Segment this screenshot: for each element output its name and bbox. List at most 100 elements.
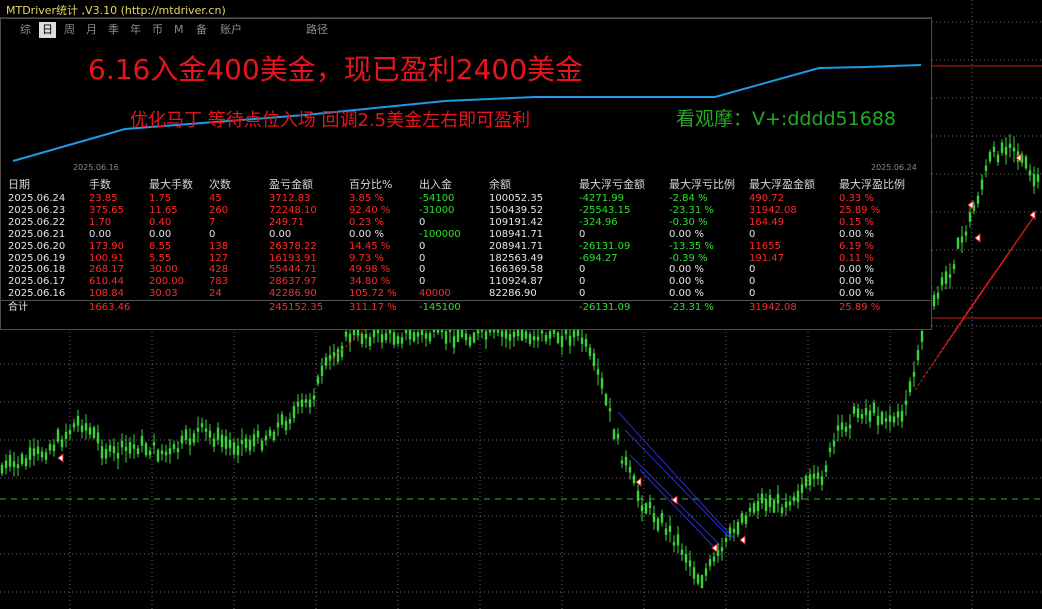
cell-0: 合计 — [8, 302, 28, 314]
candle-body — [80, 425, 84, 432]
candle-body — [880, 411, 884, 425]
candle-body — [108, 445, 112, 452]
tab-8[interactable]: 备 — [193, 22, 210, 38]
candle-body — [788, 501, 792, 506]
candle-body — [708, 559, 712, 566]
candle-body — [612, 429, 616, 439]
candle-body — [36, 446, 40, 454]
candle-body — [584, 339, 588, 347]
candle-body — [964, 231, 968, 236]
candle-body — [596, 369, 600, 375]
candle-body — [640, 505, 644, 512]
candle-body — [296, 401, 300, 407]
candle-body — [84, 423, 88, 431]
candle-body — [1008, 143, 1012, 148]
candle-body — [1024, 156, 1028, 169]
tab-10[interactable]: 路径 — [303, 22, 331, 38]
candle-body — [588, 347, 592, 356]
tab-6[interactable]: 币 — [149, 22, 166, 38]
headline-text: 6.16入金400美金，现已盈利2400美金 — [88, 53, 584, 86]
candle-body — [456, 329, 460, 343]
candle-body — [444, 331, 448, 344]
candle-body — [272, 431, 276, 441]
candle-body — [20, 454, 24, 464]
candle-body — [164, 451, 168, 456]
cell-3: 24 — [209, 288, 222, 300]
cell-6: 40000 — [419, 288, 451, 300]
tab-2[interactable]: 周 — [61, 22, 78, 38]
candle-body — [976, 195, 980, 204]
candle-body — [816, 472, 820, 479]
candle-body — [180, 435, 184, 444]
candle-body — [104, 449, 108, 459]
tab-0[interactable]: 综 — [17, 22, 34, 38]
candle-body — [760, 493, 764, 504]
candle-body — [732, 528, 736, 533]
table-row: 2025.06.16 108.84 30.03 24 42286.90 105.72 % 4… — [1, 287, 931, 300]
candle-body — [520, 328, 524, 341]
candle-body — [224, 436, 228, 449]
trade-line — [329, 329, 366, 361]
candle-body — [660, 513, 664, 523]
candle-body — [904, 400, 908, 405]
window-titlebar[interactable]: MTDriver统计 ,V3.10 (http://mtdriver.cn) — [0, 0, 932, 18]
candle-body — [1028, 170, 1032, 176]
cell-4: 盈亏金额 — [269, 178, 313, 191]
candle-body — [664, 528, 668, 535]
candle-body — [940, 277, 944, 286]
candle-body — [608, 408, 612, 412]
candle-body — [52, 444, 56, 452]
candle-body — [568, 335, 572, 346]
candle-body — [868, 410, 872, 422]
tab-9[interactable]: 账户 — [217, 22, 245, 38]
candle-body — [724, 538, 728, 542]
candle-body — [392, 332, 396, 345]
tab-3[interactable]: 月 — [83, 22, 100, 38]
candle-body — [776, 494, 780, 504]
candle-body — [748, 507, 752, 512]
candle-body — [592, 353, 596, 366]
candle-body — [956, 237, 960, 249]
candle-body — [92, 427, 96, 438]
candle-body — [72, 423, 76, 428]
cell-9: -23.31 % — [669, 302, 714, 314]
tab-4[interactable]: 季 — [105, 22, 122, 38]
candle-body — [244, 438, 248, 448]
candle-body — [124, 446, 128, 451]
candle-body — [308, 399, 312, 408]
cell-0: 日期 — [8, 178, 30, 191]
cell-4: 42286.90 — [269, 288, 317, 300]
tab-1[interactable]: 日 — [39, 22, 56, 38]
candle-body — [688, 560, 692, 567]
candle-body — [264, 435, 268, 441]
cell-10: 31942.08 — [749, 302, 797, 314]
table-header: 日期 手数 最大手数 次数 盈亏金额 百分比% 出入金 余额 最大浮亏金额 最大浮亏比例 最大浮盈金… — [1, 178, 931, 191]
tab-7[interactable]: M — [171, 22, 187, 38]
candle-body — [852, 406, 856, 414]
candle-body — [24, 458, 28, 467]
candle-body — [764, 498, 768, 512]
candle-body — [340, 345, 344, 357]
candle-body — [808, 474, 812, 486]
candle-body — [220, 434, 224, 448]
candle-body — [140, 435, 144, 446]
candle-body — [680, 549, 684, 555]
equity-start-date: 2025.06.16 — [73, 163, 119, 172]
candle-body — [656, 518, 660, 531]
candle-body — [68, 429, 72, 435]
candle-body — [428, 333, 432, 342]
cell-7: 余额 — [489, 178, 511, 191]
candle-body — [672, 542, 676, 546]
candle-body — [800, 484, 804, 493]
candle-body — [236, 445, 240, 456]
cell-6: 出入金 — [419, 178, 452, 191]
candle-body — [828, 447, 832, 452]
candle-body — [344, 331, 348, 337]
candle-body — [952, 264, 956, 270]
tab-5[interactable]: 年 — [127, 22, 144, 38]
cell-10: 0 — [749, 288, 756, 300]
candle-body — [204, 428, 208, 432]
candle-body — [944, 271, 948, 284]
trade-arrow-icon — [57, 452, 64, 464]
candle-body — [980, 179, 984, 190]
